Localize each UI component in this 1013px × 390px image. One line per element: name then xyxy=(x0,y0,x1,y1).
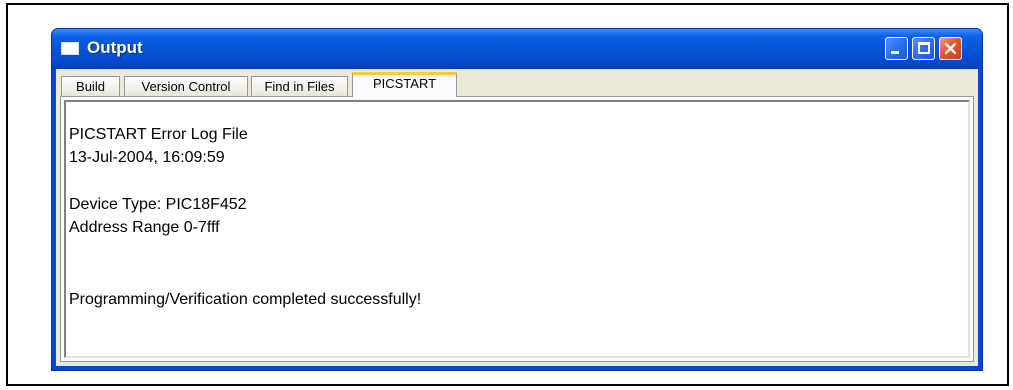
log-line-device-type: Device Type: PIC18F452 xyxy=(69,196,247,213)
tab-panel: PICSTART Error Log File 13-Jul-2004, 16:… xyxy=(60,96,974,362)
window-title: Output xyxy=(87,38,143,57)
log-line-timestamp: 13-Jul-2004, 16:09:59 xyxy=(69,149,225,166)
minimize-icon xyxy=(891,51,899,54)
maximize-icon xyxy=(918,42,930,54)
window-client-area: Build Version Control Find in Files PICS… xyxy=(56,69,978,366)
maximize-button[interactable] xyxy=(912,37,935,60)
tab-strip: Build Version Control Find in Files PICS… xyxy=(56,69,978,97)
output-window: Output Build Version Control Find in Fil… xyxy=(51,28,983,371)
log-line-result: Programming/Verification completed succe… xyxy=(69,291,422,308)
log-line-address-range: Address Range 0-7fff xyxy=(69,219,220,236)
figure-frame: Output Build Version Control Find in Fil… xyxy=(6,3,1009,386)
output-text-area[interactable]: PICSTART Error Log File 13-Jul-2004, 16:… xyxy=(64,100,970,358)
tab-build[interactable]: Build xyxy=(61,76,120,97)
close-button[interactable] xyxy=(939,37,962,60)
title-bar[interactable]: Output xyxy=(52,29,982,69)
tab-find-in-files[interactable]: Find in Files xyxy=(251,76,348,97)
minimize-button[interactable] xyxy=(885,37,908,60)
tab-version-control[interactable]: Version Control xyxy=(124,76,248,97)
window-icon xyxy=(61,42,79,55)
log-line-title: PICSTART Error Log File xyxy=(69,126,248,143)
close-icon xyxy=(944,42,957,55)
tab-picstart[interactable]: PICSTART xyxy=(352,72,457,97)
